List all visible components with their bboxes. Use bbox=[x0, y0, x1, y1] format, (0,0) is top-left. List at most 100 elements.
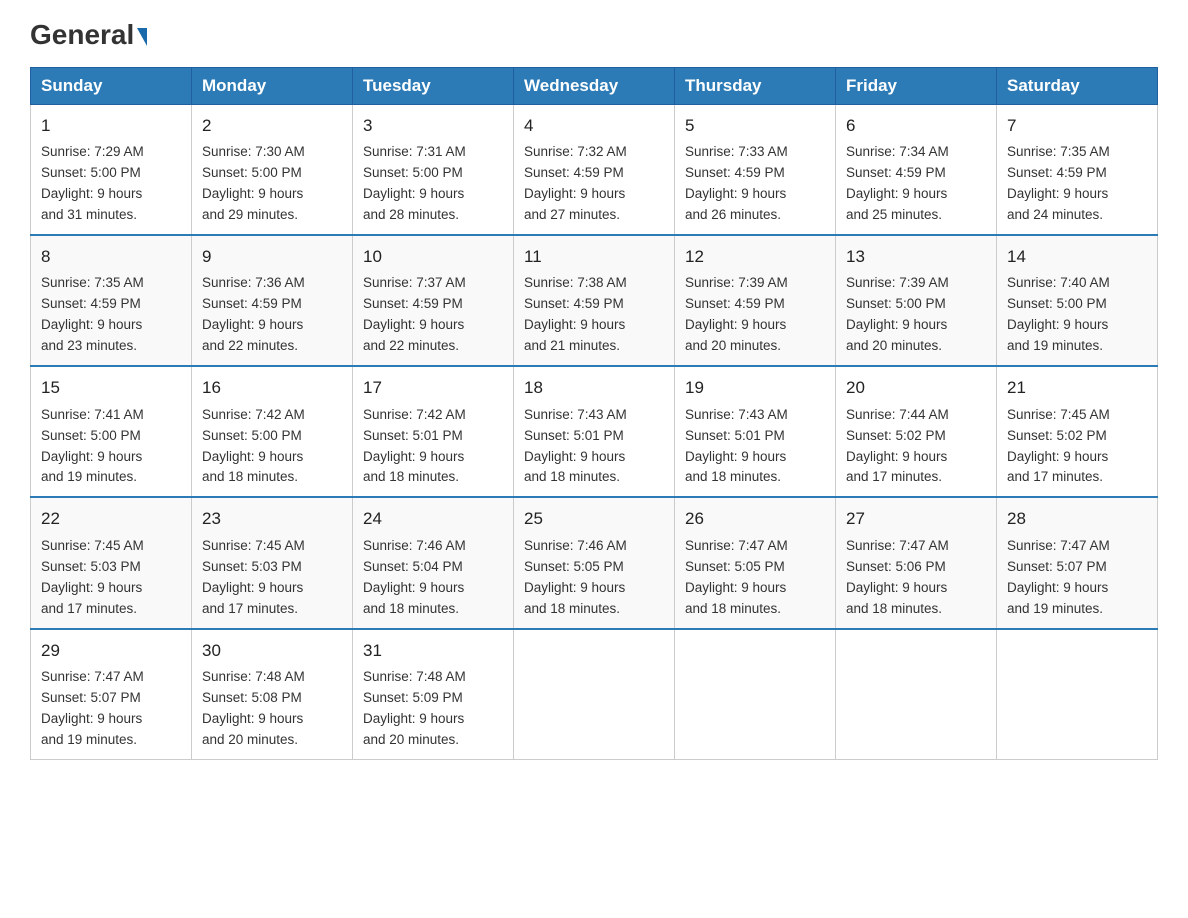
day-info: Sunrise: 7:42 AMSunset: 5:00 PMDaylight:… bbox=[202, 405, 342, 489]
day-info: Sunrise: 7:45 AMSunset: 5:03 PMDaylight:… bbox=[202, 536, 342, 620]
day-info: Sunrise: 7:48 AMSunset: 5:09 PMDaylight:… bbox=[363, 667, 503, 751]
day-info: Sunrise: 7:37 AMSunset: 4:59 PMDaylight:… bbox=[363, 273, 503, 357]
day-info: Sunrise: 7:42 AMSunset: 5:01 PMDaylight:… bbox=[363, 405, 503, 489]
calendar-cell: 23 Sunrise: 7:45 AMSunset: 5:03 PMDayligh… bbox=[192, 497, 353, 628]
day-number: 29 bbox=[41, 638, 181, 664]
calendar-cell: 25Sunrise: 7:46 AMSunset: 5:05 PMDayligh… bbox=[514, 497, 675, 628]
calendar-cell: 7Sunrise: 7:35 AMSunset: 4:59 PMDaylight… bbox=[997, 104, 1158, 235]
day-number: 27 bbox=[846, 506, 986, 532]
day-info: Sunrise: 7:44 AMSunset: 5:02 PMDaylight:… bbox=[846, 405, 986, 489]
day-number: 17 bbox=[363, 375, 503, 401]
header-saturday: Saturday bbox=[997, 67, 1158, 104]
calendar-cell: 26 Sunrise: 7:47 AMSunset: 5:05 PMDayligh… bbox=[675, 497, 836, 628]
day-number: 12 bbox=[685, 244, 825, 270]
day-info: Sunrise: 7:45 AMSunset: 5:02 PMDaylight:… bbox=[1007, 405, 1147, 489]
day-info: Sunrise: 7:43 AMSunset: 5:01 PMDaylight:… bbox=[685, 405, 825, 489]
calendar-week-row: 22 Sunrise: 7:45 AMSunset: 5:03 PMDayligh… bbox=[31, 497, 1158, 628]
header-thursday: Thursday bbox=[675, 67, 836, 104]
day-info: Sunrise: 7:47 AMSunset: 5:07 PMDaylight:… bbox=[41, 667, 181, 751]
day-info: Sunrise: 7:39 AMSunset: 5:00 PMDaylight:… bbox=[846, 273, 986, 357]
calendar-cell: 27 Sunrise: 7:47 AMSunset: 5:06 PMDayligh… bbox=[836, 497, 997, 628]
calendar-cell: 19 Sunrise: 7:43 AMSunset: 5:01 PMDayligh… bbox=[675, 366, 836, 497]
day-number: 9 bbox=[202, 244, 342, 270]
header-monday: Monday bbox=[192, 67, 353, 104]
header-wednesday: Wednesday bbox=[514, 67, 675, 104]
logo-name: General bbox=[30, 20, 147, 51]
calendar-header-row: SundayMondayTuesdayWednesdayThursdayFrid… bbox=[31, 67, 1158, 104]
calendar-week-row: 15 Sunrise: 7:41 AMSunset: 5:00 PMDayligh… bbox=[31, 366, 1158, 497]
logo: General bbox=[30, 20, 147, 47]
day-info: Sunrise: 7:43 AMSunset: 5:01 PMDaylight:… bbox=[524, 405, 664, 489]
day-number: 16 bbox=[202, 375, 342, 401]
calendar-cell: 2 Sunrise: 7:30 AMSunset: 5:00 PMDaylight… bbox=[192, 104, 353, 235]
calendar-cell: 20 Sunrise: 7:44 AMSunset: 5:02 PMDayligh… bbox=[836, 366, 997, 497]
calendar-cell: 3Sunrise: 7:31 AMSunset: 5:00 PMDaylight… bbox=[353, 104, 514, 235]
header-sunday: Sunday bbox=[31, 67, 192, 104]
day-number: 19 bbox=[685, 375, 825, 401]
day-number: 13 bbox=[846, 244, 986, 270]
calendar-cell bbox=[675, 629, 836, 760]
day-number: 2 bbox=[202, 113, 342, 139]
calendar-cell: 24 Sunrise: 7:46 AMSunset: 5:04 PMDayligh… bbox=[353, 497, 514, 628]
day-number: 22 bbox=[41, 506, 181, 532]
calendar-cell bbox=[836, 629, 997, 760]
calendar-cell: 12Sunrise: 7:39 AMSunset: 4:59 PMDayligh… bbox=[675, 235, 836, 366]
header-friday: Friday bbox=[836, 67, 997, 104]
day-number: 28 bbox=[1007, 506, 1147, 532]
calendar-cell bbox=[514, 629, 675, 760]
day-info: Sunrise: 7:40 AMSunset: 5:00 PMDaylight:… bbox=[1007, 273, 1147, 357]
day-number: 24 bbox=[363, 506, 503, 532]
day-info: Sunrise: 7:35 AMSunset: 4:59 PMDaylight:… bbox=[41, 273, 181, 357]
calendar-cell bbox=[997, 629, 1158, 760]
day-number: 1 bbox=[41, 113, 181, 139]
calendar-table: SundayMondayTuesdayWednesdayThursdayFrid… bbox=[30, 67, 1158, 760]
day-number: 31 bbox=[363, 638, 503, 664]
day-number: 11 bbox=[524, 244, 664, 270]
day-number: 10 bbox=[363, 244, 503, 270]
calendar-cell: 28 Sunrise: 7:47 AMSunset: 5:07 PMDayligh… bbox=[997, 497, 1158, 628]
calendar-cell: 10 Sunrise: 7:37 AMSunset: 4:59 PMDayligh… bbox=[353, 235, 514, 366]
day-info: Sunrise: 7:34 AMSunset: 4:59 PMDaylight:… bbox=[846, 142, 986, 226]
day-info: Sunrise: 7:47 AMSunset: 5:05 PMDaylight:… bbox=[685, 536, 825, 620]
day-info: Sunrise: 7:35 AMSunset: 4:59 PMDaylight:… bbox=[1007, 142, 1147, 226]
day-info: Sunrise: 7:32 AMSunset: 4:59 PMDaylight:… bbox=[524, 142, 664, 226]
day-number: 20 bbox=[846, 375, 986, 401]
calendar-cell: 4 Sunrise: 7:32 AMSunset: 4:59 PMDaylight… bbox=[514, 104, 675, 235]
calendar-cell: 16 Sunrise: 7:42 AMSunset: 5:00 PMDayligh… bbox=[192, 366, 353, 497]
day-number: 8 bbox=[41, 244, 181, 270]
calendar-cell: 11Sunrise: 7:38 AMSunset: 4:59 PMDayligh… bbox=[514, 235, 675, 366]
calendar-cell: 18 Sunrise: 7:43 AMSunset: 5:01 PMDayligh… bbox=[514, 366, 675, 497]
calendar-cell: 5 Sunrise: 7:33 AMSunset: 4:59 PMDaylight… bbox=[675, 104, 836, 235]
day-number: 5 bbox=[685, 113, 825, 139]
calendar-cell: 9Sunrise: 7:36 AMSunset: 4:59 PMDaylight… bbox=[192, 235, 353, 366]
day-number: 18 bbox=[524, 375, 664, 401]
calendar-cell: 22 Sunrise: 7:45 AMSunset: 5:03 PMDayligh… bbox=[31, 497, 192, 628]
day-number: 14 bbox=[1007, 244, 1147, 270]
day-number: 15 bbox=[41, 375, 181, 401]
day-info: Sunrise: 7:33 AMSunset: 4:59 PMDaylight:… bbox=[685, 142, 825, 226]
calendar-cell: 15 Sunrise: 7:41 AMSunset: 5:00 PMDayligh… bbox=[31, 366, 192, 497]
day-info: Sunrise: 7:30 AMSunset: 5:00 PMDaylight:… bbox=[202, 142, 342, 226]
calendar-cell: 13 Sunrise: 7:39 AMSunset: 5:00 PMDayligh… bbox=[836, 235, 997, 366]
calendar-cell: 30Sunrise: 7:48 AMSunset: 5:08 PMDayligh… bbox=[192, 629, 353, 760]
day-info: Sunrise: 7:46 AMSunset: 5:05 PMDaylight:… bbox=[524, 536, 664, 620]
calendar-cell: 21Sunrise: 7:45 AMSunset: 5:02 PMDayligh… bbox=[997, 366, 1158, 497]
page-header: General bbox=[30, 20, 1158, 47]
day-info: Sunrise: 7:47 AMSunset: 5:06 PMDaylight:… bbox=[846, 536, 986, 620]
calendar-cell: 31 Sunrise: 7:48 AMSunset: 5:09 PMDayligh… bbox=[353, 629, 514, 760]
calendar-cell: 8 Sunrise: 7:35 AMSunset: 4:59 PMDaylight… bbox=[31, 235, 192, 366]
day-info: Sunrise: 7:46 AMSunset: 5:04 PMDaylight:… bbox=[363, 536, 503, 620]
day-info: Sunrise: 7:41 AMSunset: 5:00 PMDaylight:… bbox=[41, 405, 181, 489]
day-info: Sunrise: 7:47 AMSunset: 5:07 PMDaylight:… bbox=[1007, 536, 1147, 620]
calendar-cell: 1 Sunrise: 7:29 AMSunset: 5:00 PMDaylight… bbox=[31, 104, 192, 235]
day-number: 4 bbox=[524, 113, 664, 139]
day-number: 6 bbox=[846, 113, 986, 139]
day-info: Sunrise: 7:48 AMSunset: 5:08 PMDaylight:… bbox=[202, 667, 342, 751]
header-tuesday: Tuesday bbox=[353, 67, 514, 104]
calendar-cell: 6 Sunrise: 7:34 AMSunset: 4:59 PMDaylight… bbox=[836, 104, 997, 235]
day-info: Sunrise: 7:29 AMSunset: 5:00 PMDaylight:… bbox=[41, 142, 181, 226]
day-number: 3 bbox=[363, 113, 503, 139]
day-info: Sunrise: 7:45 AMSunset: 5:03 PMDaylight:… bbox=[41, 536, 181, 620]
day-number: 23 bbox=[202, 506, 342, 532]
day-number: 26 bbox=[685, 506, 825, 532]
